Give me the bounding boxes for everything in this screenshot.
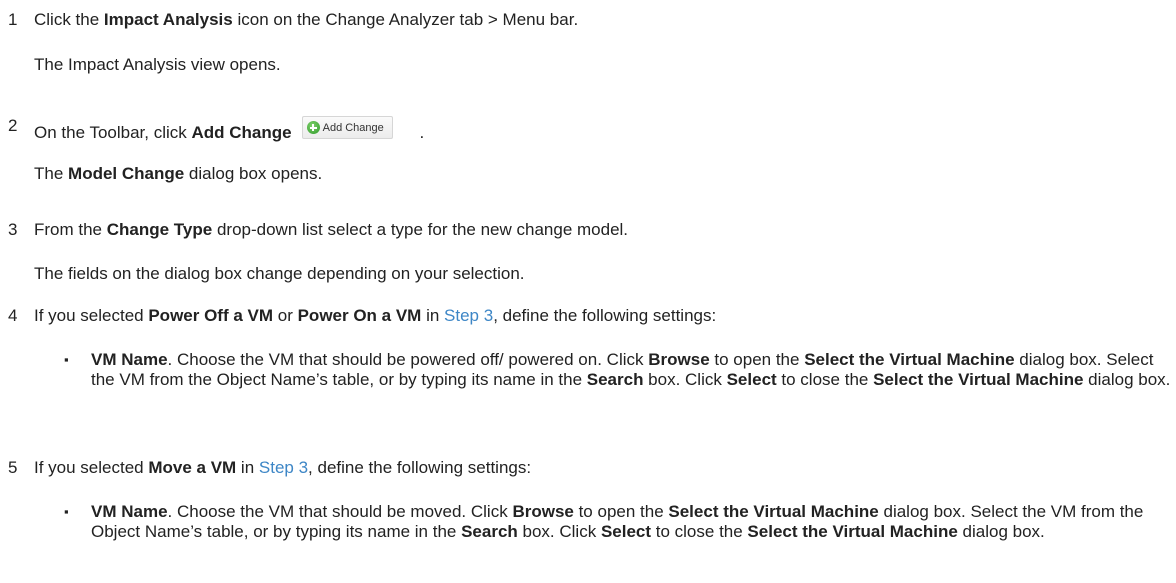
step-instruction: If you selected Move a VM in Step 3, def… [34, 458, 532, 477]
bullet-marker: ▪ [64, 352, 69, 367]
step-number: 4 [8, 306, 18, 325]
step-instruction: Click the Impact Analysis icon on the Ch… [34, 10, 579, 29]
step-number: 5 [8, 458, 18, 477]
step-number: 2 [8, 116, 18, 135]
change-type-term: Change Type [106, 220, 213, 239]
step-instruction: From the Change Type drop-down list sele… [34, 220, 629, 239]
vm-name-description: VM Name. Choose the VM that should be mo… [91, 502, 1144, 541]
add-change-button[interactable]: Add Change [301, 116, 393, 139]
step-3-result: The fields on the dialog box change depe… [34, 264, 525, 283]
step-1-result: The Impact Analysis view opens. [34, 55, 281, 74]
step-instruction: If you selected Power Off a VM or Power … [34, 306, 717, 325]
step-number: 1 [8, 10, 18, 29]
vm-name-description: VM Name. Choose the VM that should be po… [91, 350, 1171, 389]
step-number: 3 [8, 220, 18, 239]
step-3-link[interactable]: Step 3 [444, 306, 493, 325]
documentation-page: 1 Click the Impact Analysis icon on the … [0, 0, 1176, 583]
step-instruction: On the Toolbar, click Add Change Add Chan… [34, 116, 424, 143]
bullet-marker: ▪ [64, 504, 69, 519]
impact-analysis-term: Impact Analysis [103, 10, 233, 29]
step-2-result: The Model Change dialog box opens. [34, 164, 323, 183]
add-change-button-label: Add Change [322, 121, 384, 134]
add-circle-icon [306, 121, 320, 134]
model-change-term: Model Change [68, 164, 185, 183]
step-3-link[interactable]: Step 3 [259, 458, 308, 477]
add-change-term: Add Change [191, 123, 292, 142]
